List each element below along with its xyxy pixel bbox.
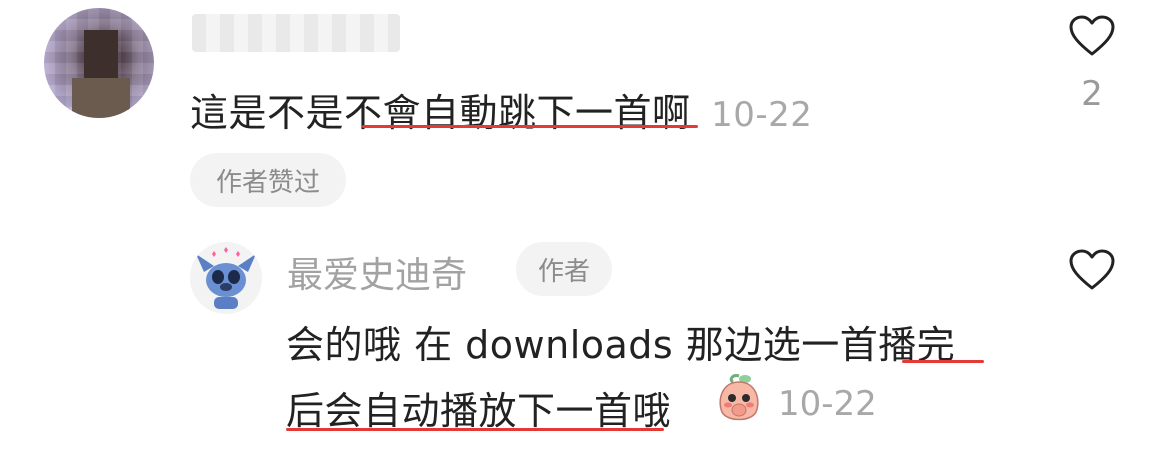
reply-text-line1: 会的哦 在 downloads 那边选一首播完 [286, 314, 955, 369]
reply-time: 10-22 [778, 384, 877, 424]
comment-text-after: 啊 [652, 91, 691, 135]
comment-time: 10-22 [711, 95, 813, 135]
reply-underline-2 [286, 428, 664, 431]
reply-text-line2: 后会自动播放下一首哦 [286, 380, 671, 435]
reply-text-plain: 会的哦 在 downloads 那边选一首 [286, 323, 879, 367]
comment-underline [362, 125, 698, 128]
stitch-avatar-icon [190, 242, 262, 314]
like-count: 2 [1081, 74, 1103, 114]
commenter-name-blurred[interactable] [192, 14, 400, 52]
heart-icon[interactable] [1068, 248, 1116, 292]
author-liked-badge: 作者赞过 [190, 153, 346, 207]
avatar-body [72, 78, 130, 118]
author-badge: 作者 [516, 242, 612, 296]
reply-author-name[interactable]: 最爱史迪奇 [287, 246, 467, 298]
heart-icon[interactable] [1068, 14, 1116, 58]
reply-author-avatar[interactable] [190, 242, 262, 314]
reply-text-after: 哦 [632, 389, 672, 433]
commenter-avatar[interactable] [44, 8, 154, 118]
reply-text-underlined-2: 后会自动播放下一首 [286, 389, 633, 433]
comment-text-before: 這是不是 [190, 91, 345, 135]
reply-underline-1 [902, 360, 984, 363]
comment-text-underlined: 不會自動跳下一首 [344, 91, 653, 135]
peach-shy-emoji-icon [719, 374, 759, 421]
comment-text: 這是不是不會自動跳下一首啊 10-22 [190, 82, 812, 137]
